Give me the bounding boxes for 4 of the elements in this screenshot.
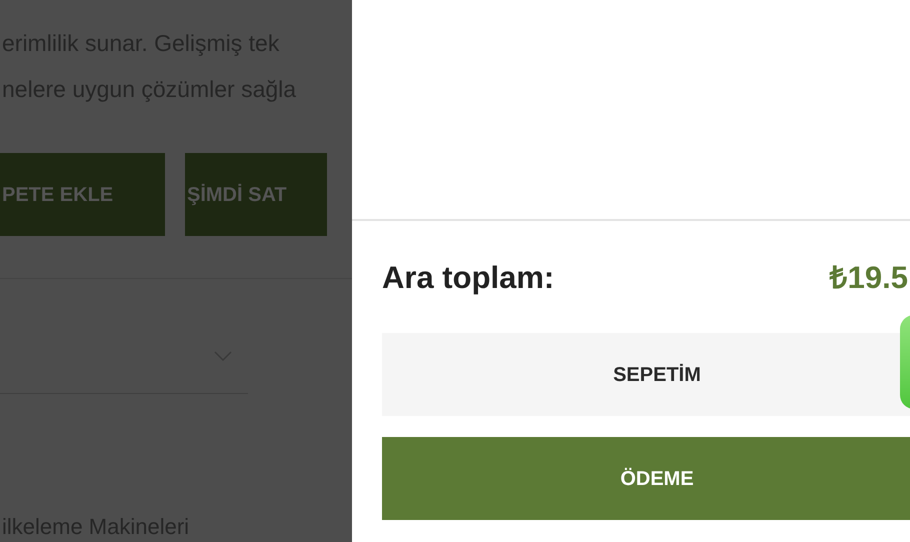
checkout-button[interactable]: ÖDEME bbox=[382, 437, 910, 520]
subtotal-label: Ara toplam: bbox=[382, 258, 554, 297]
cart-button[interactable]: SEPETİM bbox=[382, 333, 910, 416]
subtotal-value: ₺19.5 bbox=[830, 258, 908, 297]
